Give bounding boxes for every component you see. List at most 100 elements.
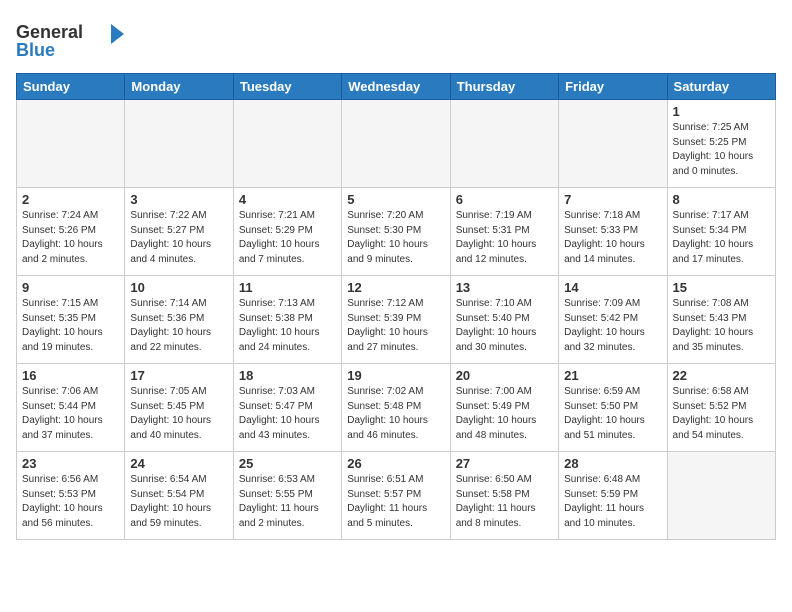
weekday-header-friday: Friday [559,74,667,100]
day-info: Sunrise: 6:53 AM Sunset: 5:55 PM Dayligh… [239,473,336,531]
week-row-1: 1Sunrise: 7:25 AM Sunset: 5:25 PM Daylig… [17,100,776,188]
day-info: Sunrise: 6:54 AM Sunset: 5:54 PM Dayligh… [130,473,227,531]
week-row-5: 23 Sunrise: 6:56 AM Sunset: 5:53 PM Dayli… [17,452,776,540]
svg-text:Blue: Blue [16,40,55,60]
day-cell: 22Sunrise: 6:58 AM Sunset: 5:52 PM Dayli… [667,364,775,452]
day-number: 27 [456,456,553,471]
day-cell: 13 Sunrise: 7:10 AM Sunset: 5:40 PM Dayli… [450,276,558,364]
day-cell: 20 Sunrise: 7:00 AM Sunset: 5:49 PM Dayli… [450,364,558,452]
day-number: 20 [456,368,553,383]
day-info: Sunrise: 7:22 AM Sunset: 5:27 PM Dayligh… [130,209,227,267]
day-number: 18 [239,368,336,383]
weekday-header-tuesday: Tuesday [233,74,341,100]
day-info: Sunrise: 6:50 AM Sunset: 5:58 PM Dayligh… [456,473,553,531]
week-row-2: 2 Sunrise: 7:24 AM Sunset: 5:26 PM Daylig… [17,188,776,276]
day-cell [667,452,775,540]
day-cell: 28 Sunrise: 6:48 AM Sunset: 5:59 PM Dayli… [559,452,667,540]
day-info: Sunrise: 7:08 AM Sunset: 5:43 PM Dayligh… [673,297,770,355]
day-number: 13 [456,280,553,295]
day-number: 26 [347,456,444,471]
weekday-header-thursday: Thursday [450,74,558,100]
logo-text: General Blue [16,16,126,65]
day-info: Sunrise: 7:21 AM Sunset: 5:29 PM Dayligh… [239,209,336,267]
day-number: 2 [22,192,119,207]
day-number: 12 [347,280,444,295]
day-info: Sunrise: 7:13 AM Sunset: 5:38 PM Dayligh… [239,297,336,355]
day-info: Sunrise: 7:19 AM Sunset: 5:31 PM Dayligh… [456,209,553,267]
day-cell: 15 Sunrise: 7:08 AM Sunset: 5:43 PM Dayli… [667,276,775,364]
day-info: Sunrise: 7:18 AM Sunset: 5:33 PM Dayligh… [564,209,661,267]
day-cell: 21 Sunrise: 6:59 AM Sunset: 5:50 PM Dayli… [559,364,667,452]
day-number: 25 [239,456,336,471]
day-cell [450,100,558,188]
day-cell: 3Sunrise: 7:22 AM Sunset: 5:27 PM Daylig… [125,188,233,276]
day-cell [559,100,667,188]
day-info: Sunrise: 7:09 AM Sunset: 5:42 PM Dayligh… [564,297,661,355]
day-cell: 23 Sunrise: 6:56 AM Sunset: 5:53 PM Dayli… [17,452,125,540]
day-number: 14 [564,280,661,295]
day-cell: 11 Sunrise: 7:13 AM Sunset: 5:38 PM Dayli… [233,276,341,364]
day-cell: 6 Sunrise: 7:19 AM Sunset: 5:31 PM Daylig… [450,188,558,276]
calendar-table: SundayMondayTuesdayWednesdayThursdayFrid… [16,73,776,540]
day-number: 6 [456,192,553,207]
day-cell: 16 Sunrise: 7:06 AM Sunset: 5:44 PM Dayli… [17,364,125,452]
day-info: Sunrise: 6:48 AM Sunset: 5:59 PM Dayligh… [564,473,661,531]
day-cell: 8 Sunrise: 7:17 AM Sunset: 5:34 PM Daylig… [667,188,775,276]
weekday-header-wednesday: Wednesday [342,74,450,100]
day-info: Sunrise: 6:51 AM Sunset: 5:57 PM Dayligh… [347,473,444,531]
day-cell: 9 Sunrise: 7:15 AM Sunset: 5:35 PM Daylig… [17,276,125,364]
day-info: Sunrise: 6:58 AM Sunset: 5:52 PM Dayligh… [673,385,770,443]
day-number: 23 [22,456,119,471]
day-info: Sunrise: 7:10 AM Sunset: 5:40 PM Dayligh… [456,297,553,355]
day-info: Sunrise: 7:15 AM Sunset: 5:35 PM Dayligh… [22,297,119,355]
day-info: Sunrise: 7:24 AM Sunset: 5:26 PM Dayligh… [22,209,119,267]
day-info: Sunrise: 6:56 AM Sunset: 5:53 PM Dayligh… [22,473,119,531]
day-info: Sunrise: 7:17 AM Sunset: 5:34 PM Dayligh… [673,209,770,267]
day-cell [342,100,450,188]
day-number: 24 [130,456,227,471]
day-info: Sunrise: 7:02 AM Sunset: 5:48 PM Dayligh… [347,385,444,443]
weekday-header-saturday: Saturday [667,74,775,100]
day-info: Sunrise: 7:12 AM Sunset: 5:39 PM Dayligh… [347,297,444,355]
logo: General Blue [16,16,126,65]
day-cell [233,100,341,188]
day-info: Sunrise: 7:06 AM Sunset: 5:44 PM Dayligh… [22,385,119,443]
day-info: Sunrise: 7:05 AM Sunset: 5:45 PM Dayligh… [130,385,227,443]
day-cell: 5 Sunrise: 7:20 AM Sunset: 5:30 PM Daylig… [342,188,450,276]
svg-text:General: General [16,22,83,42]
day-cell: 4 Sunrise: 7:21 AM Sunset: 5:29 PM Daylig… [233,188,341,276]
day-number: 7 [564,192,661,207]
day-number: 4 [239,192,336,207]
day-number: 17 [130,368,227,383]
day-info: Sunrise: 7:25 AM Sunset: 5:25 PM Dayligh… [673,121,770,179]
day-cell: 12 Sunrise: 7:12 AM Sunset: 5:39 PM Dayli… [342,276,450,364]
day-number: 8 [673,192,770,207]
day-number: 15 [673,280,770,295]
day-cell: 26 Sunrise: 6:51 AM Sunset: 5:57 PM Dayli… [342,452,450,540]
week-row-4: 16 Sunrise: 7:06 AM Sunset: 5:44 PM Dayli… [17,364,776,452]
day-number: 11 [239,280,336,295]
day-number: 16 [22,368,119,383]
page-header: General Blue [16,16,776,65]
day-cell: 25 Sunrise: 6:53 AM Sunset: 5:55 PM Dayli… [233,452,341,540]
day-cell: 27 Sunrise: 6:50 AM Sunset: 5:58 PM Dayli… [450,452,558,540]
day-number: 21 [564,368,661,383]
day-info: Sunrise: 6:59 AM Sunset: 5:50 PM Dayligh… [564,385,661,443]
day-number: 10 [130,280,227,295]
day-number: 9 [22,280,119,295]
day-info: Sunrise: 7:20 AM Sunset: 5:30 PM Dayligh… [347,209,444,267]
day-cell: 1Sunrise: 7:25 AM Sunset: 5:25 PM Daylig… [667,100,775,188]
weekday-header-row: SundayMondayTuesdayWednesdayThursdayFrid… [17,74,776,100]
day-info: Sunrise: 7:14 AM Sunset: 5:36 PM Dayligh… [130,297,227,355]
day-cell: 7 Sunrise: 7:18 AM Sunset: 5:33 PM Daylig… [559,188,667,276]
day-number: 28 [564,456,661,471]
day-info: Sunrise: 7:00 AM Sunset: 5:49 PM Dayligh… [456,385,553,443]
weekday-header-sunday: Sunday [17,74,125,100]
day-cell: 24 Sunrise: 6:54 AM Sunset: 5:54 PM Dayli… [125,452,233,540]
day-cell [17,100,125,188]
weekday-header-monday: Monday [125,74,233,100]
day-number: 5 [347,192,444,207]
day-cell: 2 Sunrise: 7:24 AM Sunset: 5:26 PM Daylig… [17,188,125,276]
day-cell: 10 Sunrise: 7:14 AM Sunset: 5:36 PM Dayli… [125,276,233,364]
day-cell: 19Sunrise: 7:02 AM Sunset: 5:48 PM Dayli… [342,364,450,452]
